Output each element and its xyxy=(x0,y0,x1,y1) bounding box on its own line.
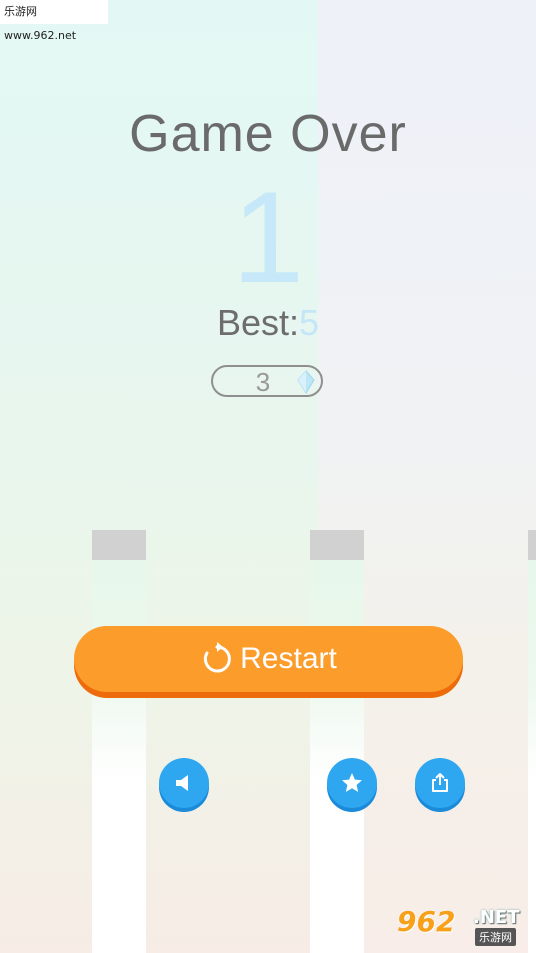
pillar xyxy=(528,530,536,953)
watermark-logo: 962 .NET 乐游网 xyxy=(397,905,527,947)
gem-counter: 3 xyxy=(211,365,323,397)
best-label: Best: xyxy=(216,302,299,343)
game-over-title: Game Over xyxy=(129,105,407,163)
watermark-site-text: 乐游网 www.962.net xyxy=(0,0,108,42)
rate-button[interactable] xyxy=(327,758,377,808)
pillar xyxy=(310,530,364,953)
current-score: 1 xyxy=(231,164,305,310)
pillar-cap xyxy=(528,530,536,560)
sound-button[interactable] xyxy=(159,758,209,808)
watermark-logo-suffix: .NET xyxy=(473,907,520,928)
restart-label: Restart xyxy=(240,642,337,675)
watermark-logo-cn: 乐游网 xyxy=(475,928,516,946)
star-icon xyxy=(342,773,362,792)
speaker-icon xyxy=(176,775,188,791)
watermark-logo-number: 962 xyxy=(397,905,456,938)
diamond-icon xyxy=(297,370,315,394)
best-score: Best:5 xyxy=(0,302,536,344)
share-button[interactable] xyxy=(415,758,465,808)
share-icon xyxy=(432,773,448,792)
pillar-cap xyxy=(310,530,364,560)
best-value: 5 xyxy=(299,302,320,343)
pillar xyxy=(92,530,146,953)
restart-icon xyxy=(204,642,232,673)
restart-button[interactable]: Restart xyxy=(74,626,463,692)
pillar-cap xyxy=(92,530,146,560)
